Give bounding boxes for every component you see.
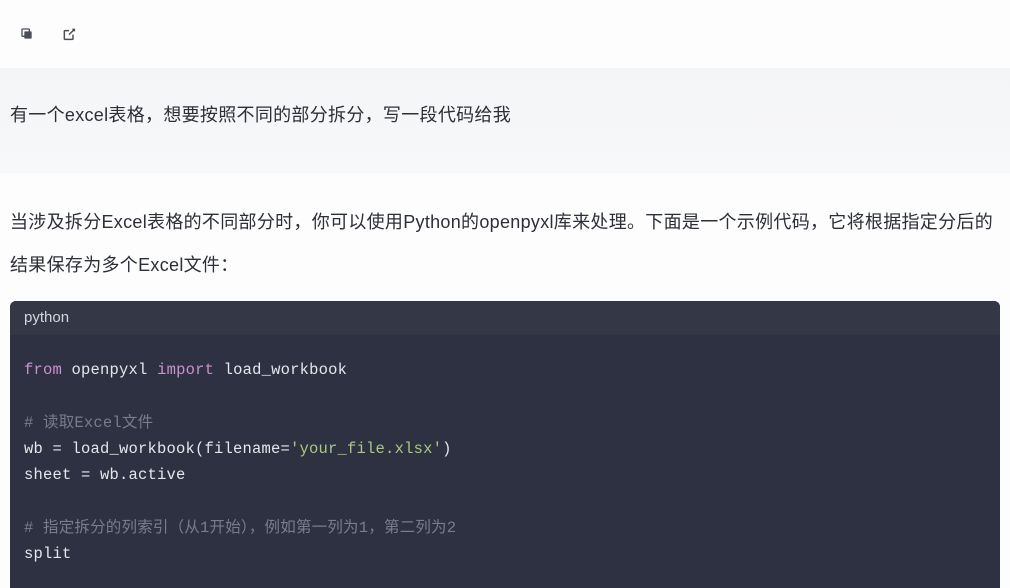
code-token-comment: # 读取Excel文件 bbox=[24, 414, 153, 432]
open-external-icon[interactable] bbox=[60, 25, 78, 43]
code-language-label: python bbox=[24, 309, 69, 326]
toolbar bbox=[0, 0, 1010, 68]
assistant-message: 当涉及拆分Excel表格的不同部分时，你可以使用Python的openpyxl库… bbox=[0, 173, 1010, 588]
code-token-comment: # 指定拆分的列索引（从1开始），例如第一列为1，第二列为2 bbox=[24, 519, 456, 537]
code-token-keyword: import bbox=[157, 361, 214, 379]
copy-icon[interactable] bbox=[18, 25, 36, 43]
code-token-text: sheet = wb.active bbox=[24, 466, 186, 484]
assistant-intro-text: 当涉及拆分Excel表格的不同部分时，你可以使用Python的openpyxl库… bbox=[10, 201, 1000, 287]
code-token-text: ) bbox=[442, 440, 452, 458]
code-token-function: load_workbook bbox=[224, 361, 348, 379]
code-block: python from openpyxl import load_workboo… bbox=[10, 301, 1000, 588]
code-token-keyword: from bbox=[24, 361, 62, 379]
user-message-text: 有一个excel表格，想要按照不同的部分拆分，写一段代码给我 bbox=[10, 105, 511, 125]
code-body[interactable]: from openpyxl import load_workbook # 读取E… bbox=[10, 335, 1000, 588]
code-token-text: split bbox=[24, 545, 72, 563]
code-token-module: openpyxl bbox=[72, 361, 148, 379]
code-token-text: wb = load_workbook(filename= bbox=[24, 440, 290, 458]
code-token-string: 'your_file.xlsx' bbox=[290, 440, 442, 458]
user-message: 有一个excel表格，想要按照不同的部分拆分，写一段代码给我 bbox=[0, 68, 1010, 173]
code-header: python bbox=[10, 301, 1000, 335]
